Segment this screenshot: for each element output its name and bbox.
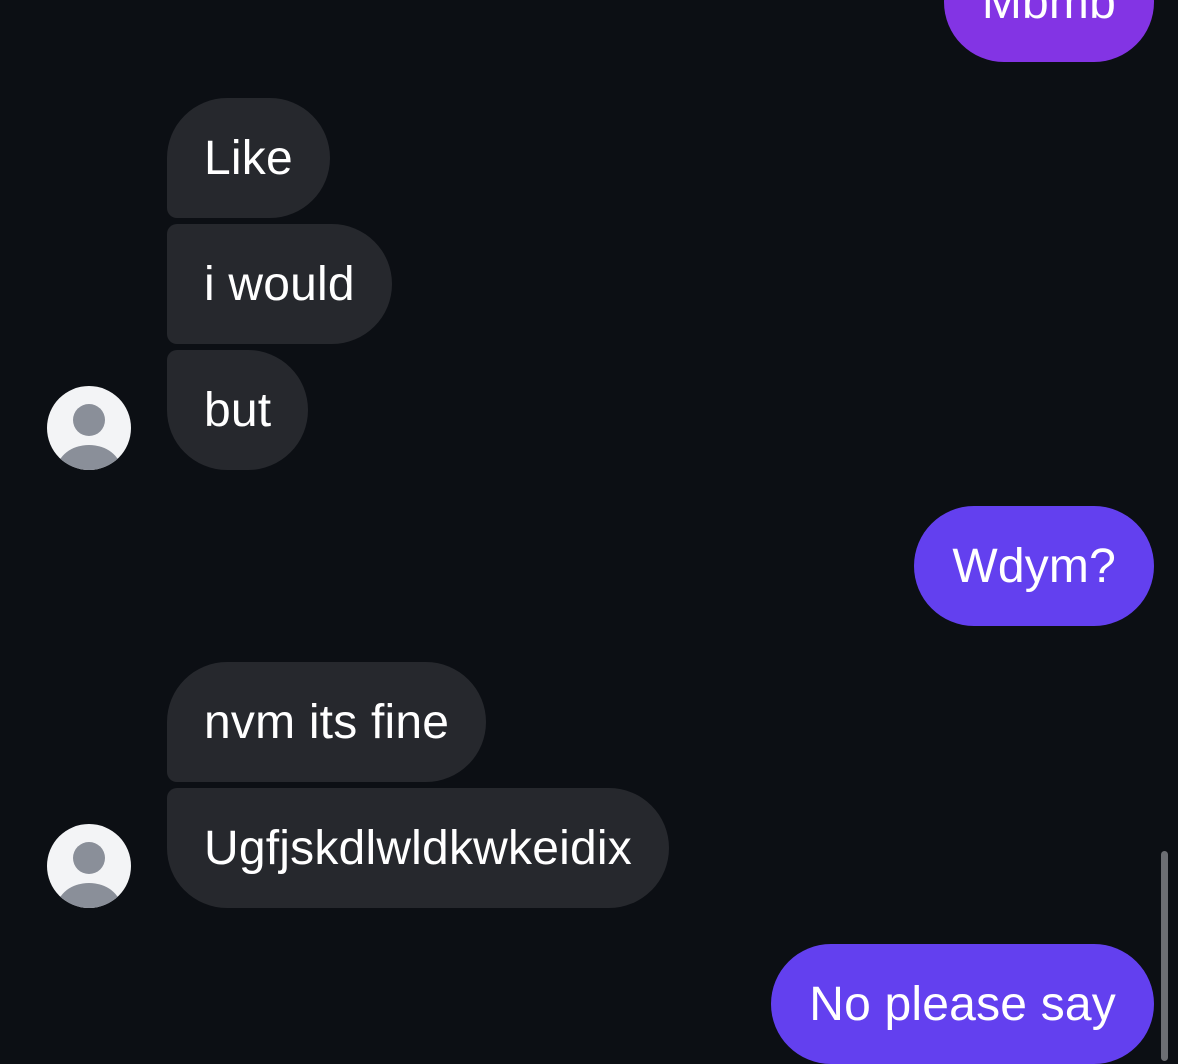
message-text: but [204,383,272,437]
message-bubble-outgoing[interactable]: Mbmb [943,0,1154,62]
default-user-avatar-icon[interactable] [47,824,131,908]
message-bubble-incoming[interactable]: nvm its fine [167,662,487,782]
default-user-avatar-icon[interactable] [47,386,131,470]
message-text: Mbmb [981,0,1116,29]
message-bubble-incoming[interactable]: Ugfjskdlwldkwkeidix [167,788,669,908]
message-text: Ugfjskdlwldkwkeidix [204,821,632,875]
message-bubble-incoming[interactable]: Like [167,98,330,218]
message-bubble-incoming[interactable]: i would [167,224,392,344]
message-text: Like [204,131,293,185]
message-bubble-outgoing[interactable]: Wdym? [914,506,1154,626]
user-silhouette-icon [57,842,121,908]
message-bubble-outgoing[interactable]: No please say [771,944,1154,1064]
message-bubble-incoming[interactable]: but [167,350,309,470]
scrollbar-thumb[interactable] [1161,851,1168,1061]
message-text: i would [204,257,355,311]
message-text: Wdym? [952,539,1116,593]
message-text: nvm its fine [204,695,450,749]
message-text: No please say [809,977,1116,1031]
user-silhouette-icon [57,404,121,470]
